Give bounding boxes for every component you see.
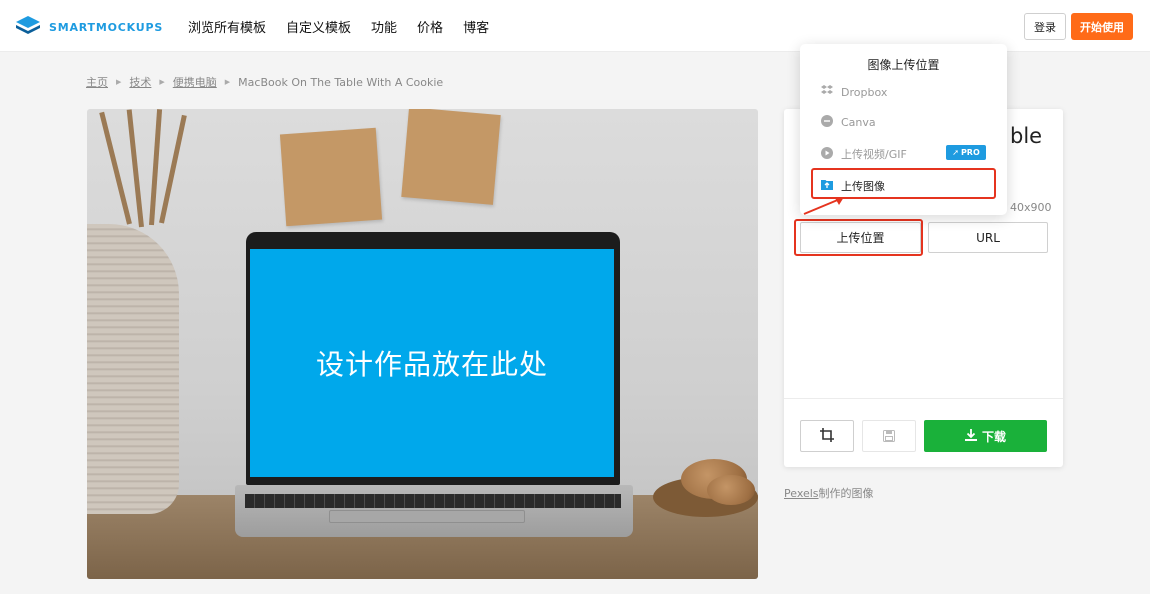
vase [87, 224, 179, 514]
breadcrumb: 主页 ▶ 技术 ▶ 便携电脑 ▶ MacBook On The Table Wi… [86, 74, 443, 90]
breadcrumb-laptops[interactable]: 便携电脑 [173, 74, 217, 90]
nav-pricing[interactable]: 价格 [417, 17, 443, 36]
dropdown-title: 图像上传位置 [867, 58, 940, 72]
main-nav: 浏览所有模板 自定义模板 功能 价格 博客 [188, 17, 489, 36]
credit-suffix: 制作的图像 [818, 487, 874, 500]
download-label: 下载 [981, 429, 1006, 444]
dropdown-item-dropbox[interactable]: Dropbox [821, 85, 887, 100]
decor-stick [99, 111, 132, 225]
dropbox-icon [821, 85, 833, 100]
annotation-arrow-icon [803, 197, 844, 215]
sticky-note [401, 109, 501, 205]
pro-badge: ➚ PRO [946, 145, 986, 160]
crop-button[interactable] [800, 420, 854, 452]
cookie [707, 475, 755, 505]
dropdown-item-label: 上传视频/GIF [841, 148, 907, 161]
breadcrumb-current: MacBook On The Table With A Cookie [238, 75, 444, 89]
nav-blog[interactable]: 博客 [463, 17, 489, 36]
mockup-preview[interactable]: 设计作品放在此处 [87, 109, 758, 579]
breadcrumb-separator-icon: ▶ [159, 78, 165, 86]
breadcrumb-separator-icon: ▶ [116, 78, 122, 86]
nav-browse-templates[interactable]: 浏览所有模板 [188, 17, 266, 36]
laptop-keyboard [245, 494, 621, 508]
dropdown-item-upload-video[interactable]: 上传视频/GIF [821, 146, 907, 162]
crop-icon [820, 427, 834, 446]
nav-custom-templates[interactable]: 自定义模板 [286, 17, 351, 36]
decor-stick [149, 109, 163, 226]
login-button[interactable]: 登录 [1024, 13, 1066, 40]
screen-placeholder-text: 设计作品放在此处 [315, 348, 548, 381]
url-button[interactable]: URL [928, 222, 1048, 253]
start-button[interactable]: 开始使用 [1071, 13, 1133, 40]
image-credit: Pexels制作的图像 [784, 485, 874, 501]
pro-badge-label: PRO [960, 148, 980, 157]
logo-icon [16, 16, 40, 38]
save-icon [883, 427, 895, 446]
breadcrumb-technology[interactable]: 技术 [129, 74, 151, 90]
laptop-trackpad [329, 510, 525, 523]
dropdown-item-label: Dropbox [841, 86, 888, 99]
panel-divider [784, 398, 1063, 399]
canva-icon [821, 115, 833, 130]
dropdown-item-label: Canva [841, 116, 876, 129]
play-icon [821, 146, 833, 162]
annotation-highlight-upload-location [794, 219, 923, 256]
brand-logo[interactable]: SMARTMOCKUPS [16, 16, 163, 38]
download-icon [964, 428, 977, 444]
nav-features[interactable]: 功能 [371, 17, 397, 36]
mockup-size-fragment: 40x900 [1010, 201, 1052, 214]
decor-stick [126, 109, 144, 228]
dropdown-item-canva[interactable]: Canva [821, 115, 876, 130]
mockup-title-fragment: ble [1010, 124, 1043, 148]
rocket-icon: ➚ [952, 148, 959, 157]
save-button[interactable] [862, 420, 916, 452]
breadcrumb-home[interactable]: 主页 [86, 74, 108, 90]
download-button[interactable]: 下载 [924, 420, 1047, 452]
breadcrumb-separator-icon: ▶ [224, 78, 231, 86]
laptop-screen[interactable]: 设计作品放在此处 [250, 249, 614, 477]
decor-stick [159, 114, 187, 224]
sticky-note [279, 127, 383, 227]
brand-name: SMARTMOCKUPS [49, 20, 164, 34]
credit-link[interactable]: Pexels [784, 487, 819, 500]
